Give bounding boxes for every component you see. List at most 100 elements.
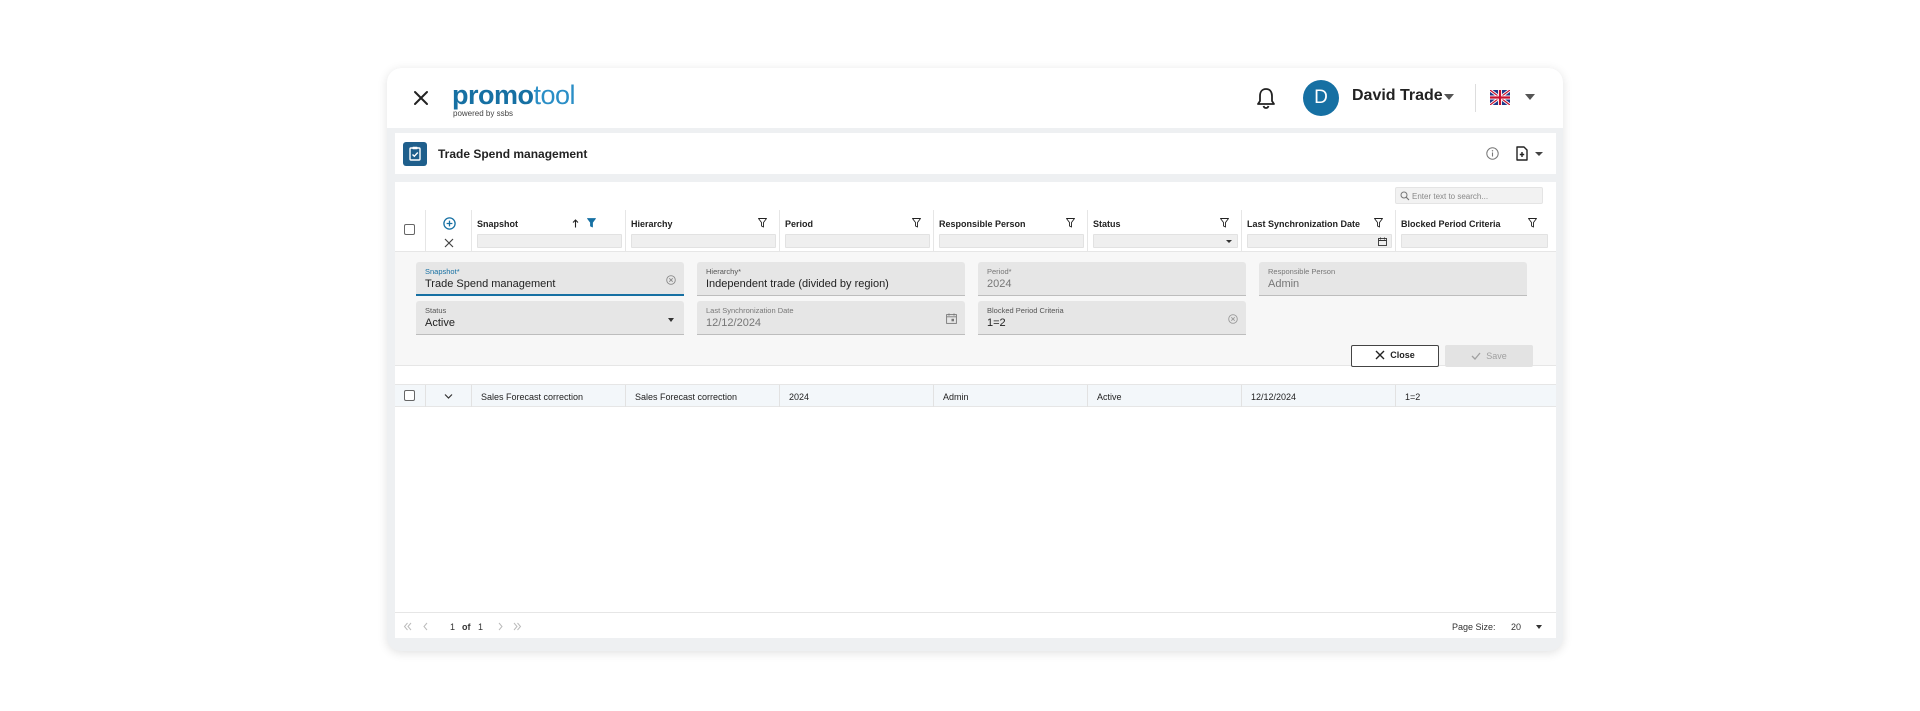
column-header-blocked-period-criteria[interactable]: Blocked Period Criteria [1401,219,1501,229]
logo-subtitle: powered by ssbs [453,109,514,118]
current-page: 1 [450,622,456,632]
next-page-icon[interactable] [496,622,505,631]
blocked-period-criteria-field-label: Blocked Period Criteria [987,306,1064,315]
column-header-snapshot[interactable]: Snapshot [477,219,518,229]
cell-blocked-period-criteria: 1=2 [1405,392,1421,402]
cell-status: Active [1097,392,1122,402]
column-divider [1241,210,1242,252]
last-page-icon[interactable] [513,622,522,631]
bell-icon[interactable] [1255,86,1277,110]
pager-of-label: of [462,622,471,632]
total-pages: 1 [478,622,484,632]
close-button-label: Close [1390,350,1415,360]
cell-period: 2024 [789,392,810,402]
cell-last-sync-date: 12/12/2024 [1251,392,1297,402]
chevron-down-icon[interactable] [1525,94,1535,100]
filter-icon[interactable] [1528,218,1537,228]
column-header-last-sync-date[interactable]: Last Synchronization Date [1247,219,1360,229]
hierarchy-field-value[interactable]: Independent trade (divided by region) [706,278,889,290]
status-select-value[interactable]: Active [425,317,455,329]
status-select[interactable]: Status Active [416,301,684,335]
edit-form: Snapshot* Trade Spend management Hierarc… [395,252,1556,367]
filter-icon[interactable] [1374,218,1383,228]
close-icon[interactable] [409,86,433,110]
blocked-period-criteria-field-value[interactable]: 1=2 [987,317,1006,329]
hierarchy-field[interactable]: Hierarchy* Independent trade (divided by… [697,262,965,296]
column-header-responsible-person[interactable]: Responsible Person [939,219,1026,229]
page-title: Trade Spend management [438,147,588,161]
filter-icon[interactable] [1066,218,1075,228]
filter-input-snapshot[interactable] [477,234,622,248]
last-sync-date-field-label: Last Synchronization Date [706,306,794,315]
chevron-down-icon [1226,240,1232,243]
save-button-label: Save [1486,350,1507,361]
column-divider [1241,385,1242,407]
calendar-icon[interactable] [1378,237,1387,246]
column-header-period[interactable]: Period [785,219,813,229]
period-field: Period* 2024 [978,262,1246,296]
filter-input-last-sync-date[interactable] [1247,234,1392,248]
filter-input-responsible-person[interactable] [939,234,1084,248]
page-size-value[interactable]: 20 [1511,622,1521,632]
chevron-down-icon[interactable] [668,318,674,322]
last-sync-date-field: Last Synchronization Date 12/12/2024 [697,301,965,335]
filter-active-icon[interactable] [587,218,596,228]
snapshot-field-value[interactable]: Trade Spend management [425,278,555,290]
save-button[interactable]: Save [1445,345,1533,367]
filter-icon[interactable] [758,218,767,228]
row-checkbox[interactable] [404,390,415,401]
check-icon [1471,352,1481,360]
pagination-bar: 1 of 1 Page Size: 20 [395,612,1556,638]
blocked-period-criteria-field[interactable]: Blocked Period Criteria 1=2 [978,301,1246,335]
responsible-person-field-label: Responsible Person [1268,267,1336,276]
first-page-icon[interactable] [403,622,412,631]
last-sync-date-field-value: 12/12/2024 [706,317,762,329]
search-input[interactable] [1412,189,1540,203]
info-icon[interactable] [1486,147,1499,160]
clear-icon[interactable] [666,275,676,285]
filter-select-status[interactable] [1093,234,1238,248]
clipboard-check-icon [403,142,427,166]
sort-ascending-icon[interactable] [572,219,579,228]
promotool-logo: promotool powered by ssbs [452,80,576,118]
column-header-hierarchy[interactable]: Hierarchy [631,219,673,229]
column-header-status[interactable]: Status [1093,219,1121,229]
select-all-checkbox[interactable] [404,224,415,235]
column-divider [1087,385,1088,407]
top-bar: promotool powered by ssbs D David Trade [387,68,1563,128]
add-circle-icon[interactable] [443,217,456,230]
chevron-down-icon[interactable] [1536,625,1542,629]
table-row[interactable]: Sales Forecast correction Sales Forecast… [395,384,1556,407]
divider [1475,84,1476,112]
filter-input-period[interactable] [785,234,930,248]
hierarchy-field-label: Hierarchy* [706,267,742,276]
logo-bold-text: promo [452,80,534,110]
period-field-label: Period* [987,267,1012,276]
uk-flag-icon[interactable] [1490,90,1510,105]
filter-icon[interactable] [1220,218,1229,228]
column-divider [471,385,472,407]
filter-input-hierarchy[interactable] [631,234,776,248]
previous-page-icon[interactable] [421,622,430,631]
column-divider [933,385,934,407]
avatar[interactable]: D [1303,80,1339,116]
user-name[interactable]: David Trade [1352,87,1443,105]
clear-icon[interactable] [1228,314,1238,324]
filter-input-blocked-period-criteria[interactable] [1401,234,1548,248]
chevron-down-icon[interactable] [1535,152,1543,156]
column-divider [1395,210,1396,252]
chevron-down-icon[interactable] [1444,94,1454,100]
column-divider [779,385,780,407]
snapshot-field[interactable]: Snapshot* Trade Spend management [416,262,684,296]
search-box[interactable] [1395,187,1543,204]
page-title-bar: Trade Spend management [395,133,1556,174]
column-divider [425,210,426,252]
export-file-icon[interactable] [1515,146,1529,161]
column-divider [779,210,780,252]
chevron-down-icon[interactable] [444,393,453,400]
status-select-label: Status [425,306,447,315]
filter-icon[interactable] [912,218,921,228]
search-icon [1400,191,1410,201]
clear-filters-icon[interactable] [444,238,454,248]
close-button[interactable]: Close [1351,345,1439,367]
